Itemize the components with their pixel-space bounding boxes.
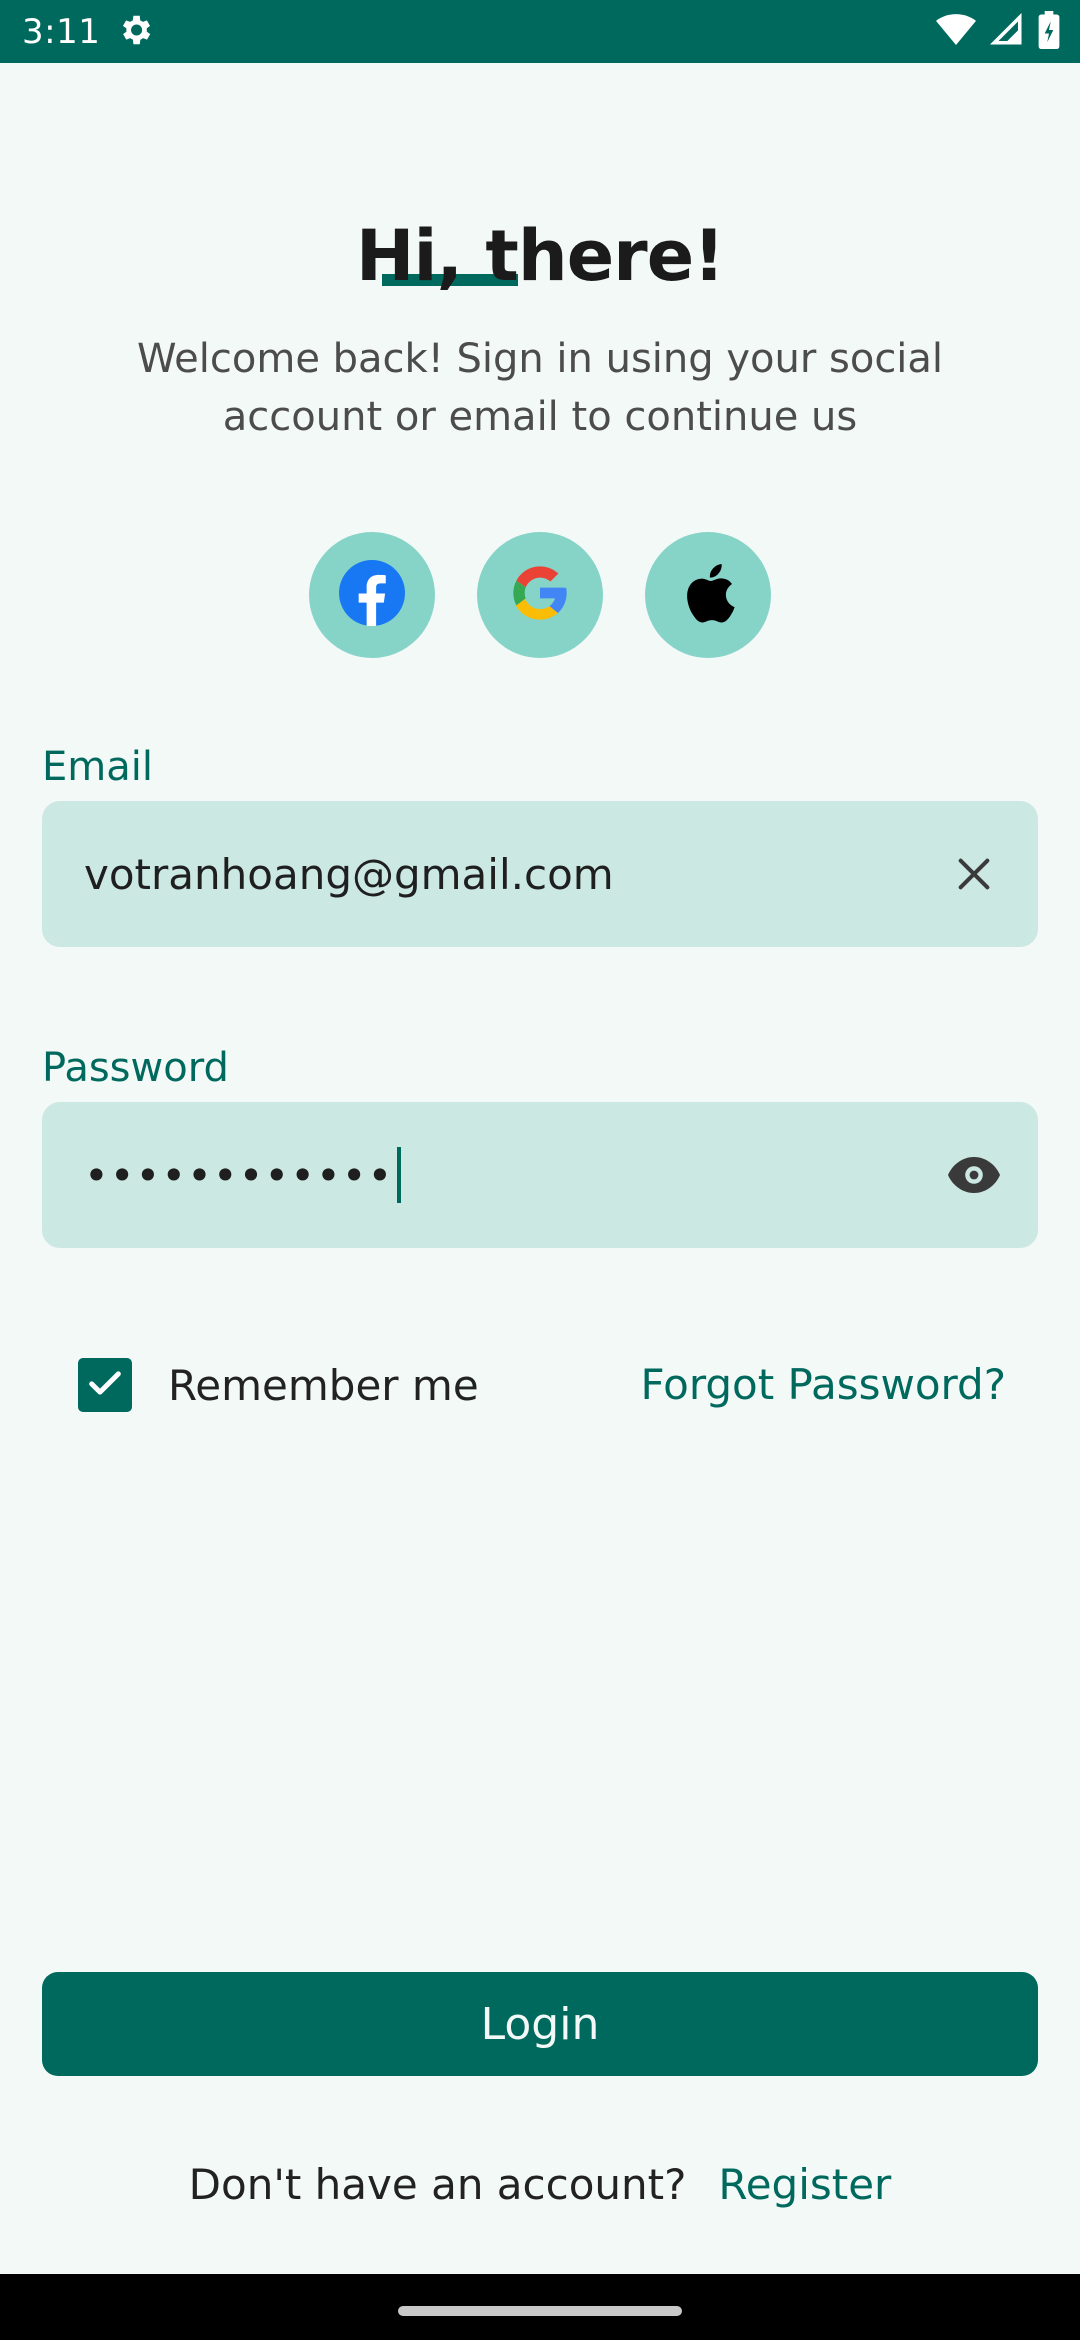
login-button[interactable]: Login <box>42 1972 1038 2076</box>
google-icon <box>508 561 572 629</box>
remember-me-label[interactable]: Remember me <box>168 1361 479 1410</box>
cellular-signal-icon <box>989 12 1024 51</box>
home-gesture-handle[interactable] <box>398 2306 682 2316</box>
password-label: Password <box>42 1045 229 1091</box>
register-link[interactable]: Register <box>718 2160 891 2209</box>
register-row: Don't have an account? Register <box>0 2160 1080 2209</box>
checkmark-icon <box>85 1363 125 1407</box>
email-label: Email <box>42 744 153 790</box>
apple-icon <box>678 560 738 630</box>
status-bar: 3:11 <box>0 0 1080 63</box>
eye-icon[interactable] <box>946 1147 1002 1203</box>
social-login-row <box>0 532 1080 658</box>
forgot-password-link[interactable]: Forgot Password? <box>640 1360 1006 1409</box>
navigation-bar <box>0 2274 1080 2340</box>
status-time: 3:11 <box>22 11 101 52</box>
email-field[interactable]: votranhoang@gmail.com <box>42 801 1038 947</box>
apple-login-button[interactable] <box>645 532 771 658</box>
facebook-login-button[interactable] <box>309 532 435 658</box>
page-title: Hi, there! <box>355 215 725 297</box>
clear-icon[interactable] <box>946 846 1002 902</box>
remember-me-row: Remember me <box>78 1358 479 1412</box>
wifi-icon <box>936 13 976 51</box>
password-masked-value: •••••••••••• <box>84 1150 394 1200</box>
remember-me-checkbox[interactable] <box>78 1358 132 1412</box>
google-login-button[interactable] <box>477 532 603 658</box>
facebook-icon <box>339 560 405 630</box>
battery-icon <box>1038 10 1060 53</box>
text-caret <box>397 1147 402 1203</box>
email-input[interactable]: votranhoang@gmail.com <box>84 850 946 899</box>
password-field[interactable]: •••••••••••• <box>42 1102 1038 1248</box>
settings-gear-icon <box>116 11 154 53</box>
page-subtitle: Welcome back! Sign in using your social … <box>136 336 944 440</box>
register-prompt: Don't have an account? <box>188 2160 687 2209</box>
password-input[interactable]: •••••••••••• <box>84 1147 946 1203</box>
